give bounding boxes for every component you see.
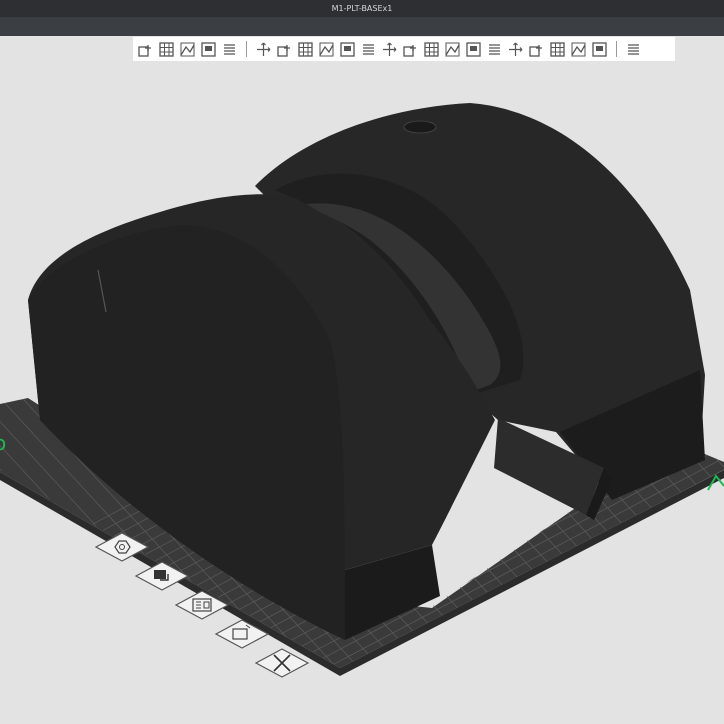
layout-icon[interactable]	[177, 39, 197, 59]
text-tool-icon[interactable]	[421, 39, 441, 59]
menu-bar	[0, 17, 724, 36]
mesh-repair-icon[interactable]	[568, 39, 588, 59]
viewport-scene[interactable]: o	[0, 62, 724, 724]
place-on-face-icon[interactable]	[316, 39, 336, 59]
variable-layer-icon[interactable]	[526, 39, 546, 59]
add-part-icon[interactable]	[135, 39, 155, 59]
split-parts-icon[interactable]	[505, 39, 525, 59]
cut-icon[interactable]	[337, 39, 357, 59]
view-settings-icon[interactable]	[623, 39, 643, 59]
assembly-icon[interactable]	[463, 39, 483, 59]
grid-line	[0, 398, 19, 668]
3d-model[interactable]	[28, 103, 705, 641]
grid-line	[705, 398, 724, 668]
window-title: M1-PLT-BASEx1	[331, 4, 393, 13]
split-objects-icon[interactable]	[484, 39, 504, 59]
3d-viewport[interactable]: o	[0, 62, 724, 724]
toolbar-separator	[246, 41, 247, 57]
boolean-icon[interactable]	[358, 39, 378, 59]
ruler-icon[interactable]	[589, 39, 609, 59]
model-top-hole	[403, 120, 437, 134]
plate-icon	[154, 570, 169, 581]
layers-icon[interactable]	[219, 39, 239, 59]
slice-preview-icon[interactable]	[198, 39, 218, 59]
rotate-icon[interactable]	[274, 39, 294, 59]
modifier-icon[interactable]	[547, 39, 567, 59]
main-toolbar	[133, 37, 675, 61]
measure-icon[interactable]	[442, 39, 462, 59]
scale-icon[interactable]	[295, 39, 315, 59]
delete-plate-button[interactable]	[254, 648, 310, 678]
window-title-bar: M1-PLT-BASEx1	[0, 0, 724, 17]
axis-y-label: o	[0, 431, 6, 455]
arrange-grid-icon[interactable]	[156, 39, 176, 59]
toolbar-separator	[616, 41, 617, 57]
seam-paint-icon[interactable]	[400, 39, 420, 59]
move-icon[interactable]	[253, 39, 273, 59]
support-paint-icon[interactable]	[379, 39, 399, 59]
